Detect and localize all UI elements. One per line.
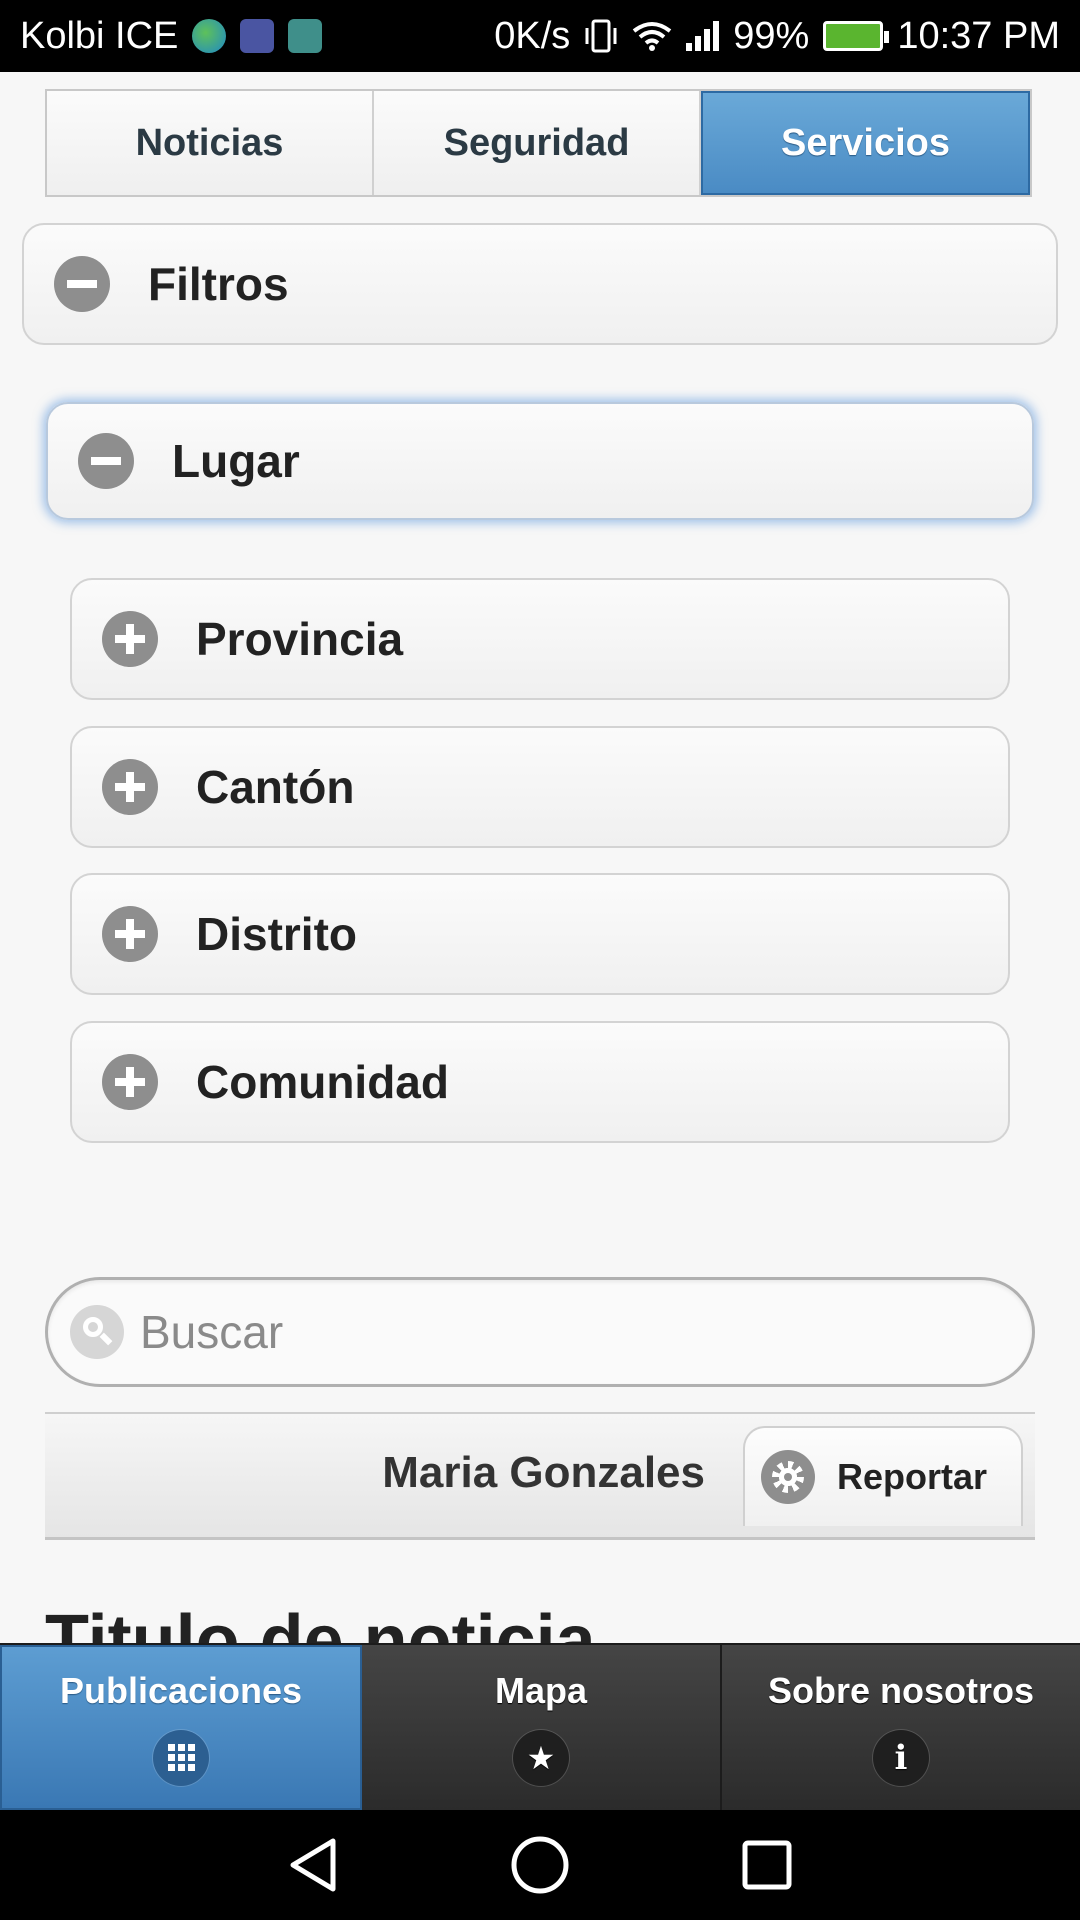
report-button-label: Reportar [837,1456,988,1497]
user-name: Maria Gonzales [382,1448,705,1497]
gallery-icon [288,19,323,53]
plus-icon [102,611,158,667]
minus-icon [78,433,134,489]
nav-publicaciones-label: Publicaciones [59,1669,303,1711]
net-speed: 0K/s [494,14,571,57]
plus-icon [102,1054,158,1110]
nav-sobre-nosotros[interactable]: Sobre nosotros i [722,1645,1080,1810]
lugar-collapsible-header[interactable]: Lugar [46,402,1034,520]
search-icon [70,1305,124,1359]
canton-label: Cantón [196,761,355,813]
filtros-label: Filtros [148,258,289,310]
comunidad-collapsible-header[interactable]: Comunidad [70,1021,1010,1143]
vibrate-icon [585,19,617,53]
lugar-label: Lugar [172,435,300,487]
report-button[interactable]: Reportar [743,1426,1023,1526]
health-icon [240,19,275,53]
gear-icon [761,1450,815,1504]
status-bar-right: 0K/s 99% 10:37 PM [494,15,1060,58]
tab-noticias[interactable]: Noticias [47,91,374,195]
nav-publicaciones[interactable]: Publicaciones [0,1645,362,1810]
comunidad-label: Comunidad [196,1056,449,1108]
minus-icon [54,256,110,312]
provincia-label: Provincia [196,613,404,665]
home-icon[interactable] [510,1835,570,1895]
distrito-label: Distrito [196,908,357,960]
user-bar: Maria Gonzales Reportar [45,1412,1035,1540]
recents-icon[interactable] [737,1835,797,1895]
nav-mapa[interactable]: Mapa ★ [362,1645,722,1810]
status-bar: Kolbi ICE 0K/s 99% 10:37 PM [0,0,1080,72]
system-nav-bar [0,1810,1080,1920]
star-icon: ★ [513,1729,569,1786]
distrito-collapsible-header[interactable]: Distrito [70,873,1010,995]
nav-sobre-nosotros-label: Sobre nosotros [767,1669,1035,1711]
signal-icon [686,21,720,51]
info-icon: i [873,1729,929,1786]
back-icon[interactable] [283,1835,343,1895]
globe-icon [192,19,227,53]
category-tabs: Noticias Seguridad Servicios [45,89,1032,197]
clock: 10:37 PM [897,14,1060,57]
nav-mapa-label: Mapa [494,1669,588,1711]
bottom-nav: Publicaciones Mapa ★ Sobre nosotros i [0,1643,1080,1810]
canton-collapsible-header[interactable]: Cantón [70,726,1010,848]
plus-icon [102,906,158,962]
plus-icon [102,759,158,815]
status-bar-left: Kolbi ICE [20,14,323,58]
provincia-collapsible-header[interactable]: Provincia [70,578,1010,700]
search-input[interactable] [140,1305,1000,1359]
tab-servicios[interactable]: Servicios [701,91,1030,195]
battery-charging-icon [823,21,890,51]
tab-seguridad[interactable]: Seguridad [374,91,701,195]
wifi-icon [633,22,672,51]
carrier-name: Kolbi ICE [20,14,179,57]
filtros-collapsible-header[interactable]: Filtros [22,223,1058,345]
battery-percent: 99% [733,14,810,57]
search-bar [45,1277,1035,1387]
grid-icon [153,1729,209,1786]
